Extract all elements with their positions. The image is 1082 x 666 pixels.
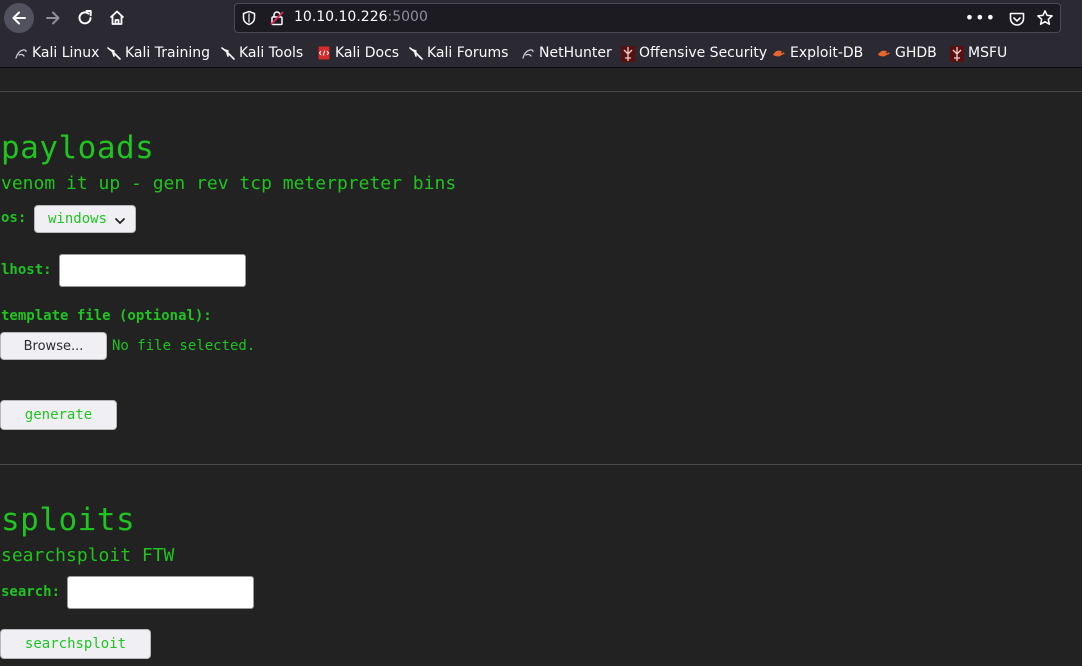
bookmark-label: Kali Linux (32, 45, 100, 61)
kali-dragon-icon (107, 46, 121, 60)
tracking-shield-icon[interactable] (241, 10, 257, 30)
divider (0, 464, 1082, 465)
url-bar[interactable]: 10.10.10.226:5000 ••• (234, 3, 1061, 33)
template-file-label: template file (optional): (1, 308, 212, 324)
exploitdb-icon (772, 46, 786, 60)
kali-dragon-icon (221, 46, 235, 60)
generate-button[interactable]: generate (0, 400, 117, 430)
kali-dragon-icon (14, 46, 28, 60)
lhost-input[interactable] (59, 254, 246, 287)
search-input[interactable] (67, 576, 254, 609)
page-content: payloads venom it up - gen rev tcp meter… (0, 69, 1082, 666)
os-label: os: (1, 210, 27, 226)
divider (0, 91, 1082, 92)
bookmark-label: Exploit-DB (790, 45, 864, 61)
kali-docs-icon (317, 46, 331, 60)
page-actions-menu-icon[interactable]: ••• (965, 8, 996, 27)
bookmark-kali-tools[interactable]: Kali Tools (221, 43, 303, 63)
browser-toolbar: 10.10.10.226:5000 ••• (0, 0, 1082, 36)
bookmark-kali-training[interactable]: Kali Training (107, 43, 210, 63)
no-file-selected-text: No file selected. (112, 338, 256, 354)
bookmark-label: MSFU (968, 45, 1008, 61)
url-text[interactable]: 10.10.10.226:5000 (294, 9, 428, 25)
bookmark-star-icon[interactable] (1036, 9, 1054, 31)
ghdb-icon (877, 46, 891, 60)
bookmark-kali-forums[interactable]: Kali Forums (409, 43, 508, 63)
bookmark-label: Kali Tools (239, 45, 304, 61)
bookmark-nethunter[interactable]: NetHunter (521, 43, 612, 63)
bookmark-label: Kali Training (125, 45, 210, 61)
os-select-value: windows (48, 211, 108, 227)
search-label: search: (1, 584, 61, 600)
bookmark-label: GHDB (895, 45, 937, 61)
url-port: :5000 (387, 9, 428, 25)
sploits-subtitle: searchsploit FTW (1, 545, 175, 566)
pocket-icon[interactable] (1008, 10, 1026, 32)
kali-dragon-icon (409, 46, 423, 60)
home-icon (109, 10, 125, 25)
offsec-icon (621, 46, 635, 62)
sploits-heading: sploits (1, 502, 136, 538)
bookmark-msfu[interactable]: MSFU (950, 43, 1007, 63)
payloads-heading: payloads (1, 130, 155, 166)
bookmark-label: Kali Docs (335, 45, 400, 61)
searchsploit-button[interactable]: searchsploit (0, 629, 151, 659)
msfu-icon (950, 46, 964, 62)
chevron-down-icon (114, 214, 126, 230)
nethunter-icon (521, 46, 535, 60)
bookmark-kali-docs[interactable]: Kali Docs (317, 43, 399, 63)
bookmarks-toolbar: Kali Linux Kali Training Kali Tools Kali… (0, 36, 1082, 68)
browse-button[interactable]: Browse... (0, 332, 107, 360)
bookmark-label: Kali Forums (427, 45, 509, 61)
bookmark-label: NetHunter (539, 45, 612, 61)
bookmark-kali-linux[interactable]: Kali Linux (14, 43, 99, 63)
bookmark-label: Offensive Security (639, 45, 768, 61)
arrow-right-icon (46, 11, 60, 25)
forward-button[interactable] (38, 3, 68, 33)
lhost-label: lhost: (1, 262, 52, 278)
bookmark-exploit-db[interactable]: Exploit-DB (772, 43, 863, 63)
reload-icon (78, 10, 92, 25)
url-host: 10.10.10.226 (294, 9, 388, 25)
bookmark-ghdb[interactable]: GHDB (877, 43, 937, 63)
payloads-subtitle: venom it up - gen rev tcp meterpreter bi… (1, 173, 457, 194)
bookmark-offensive-security[interactable]: Offensive Security (621, 43, 767, 63)
home-button[interactable] (102, 3, 132, 33)
arrow-left-icon (12, 11, 26, 25)
back-button[interactable] (4, 3, 34, 33)
os-select[interactable]: windows (34, 205, 136, 233)
reload-button[interactable] (70, 3, 100, 33)
insecure-lock-icon[interactable] (269, 10, 285, 30)
